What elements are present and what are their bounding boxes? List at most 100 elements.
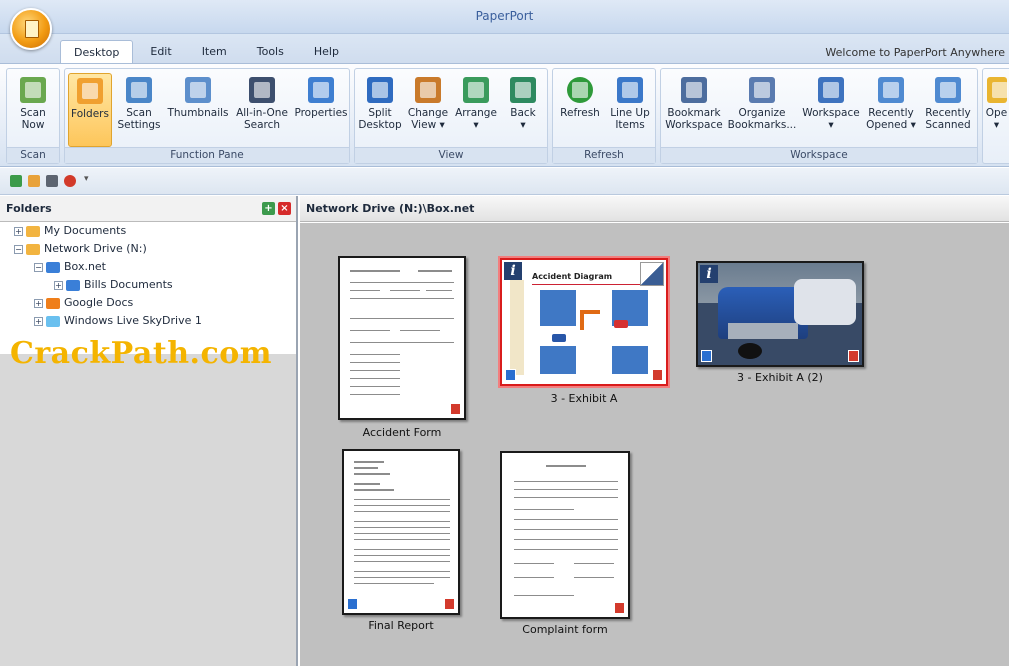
- workspace-icon: [818, 77, 844, 103]
- expand-icon[interactable]: +: [34, 298, 43, 308]
- button-label: Back: [510, 107, 536, 119]
- pdf-badge-icon: [450, 403, 461, 415]
- paperport-desktop: Accident Form i Accident Diagram 3 - Exh…: [300, 223, 1009, 666]
- button-label: Desktop: [358, 119, 402, 131]
- workspace-button[interactable]: Workspace ▾: [801, 73, 861, 147]
- tree-item-label: Bills Documents: [84, 278, 173, 291]
- folder-icon: [66, 279, 80, 291]
- tab-item[interactable]: Item: [189, 40, 240, 64]
- info-icon: i: [700, 265, 718, 283]
- scan-settings-icon: [126, 77, 152, 103]
- tree-item-label: Google Docs: [64, 296, 134, 309]
- application-menu-button[interactable]: [10, 8, 52, 50]
- button-label: Recently: [868, 107, 914, 119]
- recently-scanned-button[interactable]: Recently Scanned: [921, 73, 975, 147]
- group-label: Function Pane: [65, 147, 349, 163]
- recently-scanned-icon: [935, 77, 961, 103]
- tree-item-network-drive[interactable]: − Network Drive (N:): [14, 242, 147, 258]
- scan-now-button[interactable]: Scan Now: [10, 73, 56, 147]
- google-docs-folder-icon: [46, 297, 60, 309]
- button-label: Scanned: [925, 119, 971, 131]
- photo-thumbnail[interactable]: i 3 - Exhibit A (2): [696, 261, 864, 384]
- customize-dropdown-icon[interactable]: ▾: [84, 174, 92, 186]
- change-view-button[interactable]: Change View ▾: [405, 73, 451, 147]
- properties-icon: [308, 77, 334, 103]
- button-label: Folders: [71, 108, 109, 120]
- tree-item-my-documents[interactable]: + My Documents: [14, 224, 126, 240]
- tree-item-google-docs[interactable]: + Google Docs: [34, 296, 133, 312]
- document-thumbnail-selected[interactable]: i Accident Diagram 3 - Exhibit A: [500, 258, 668, 405]
- ribbon-tabs: Desktop Edit Item Tools Help: [60, 40, 352, 64]
- folders-pane-title: Folders: [6, 202, 52, 215]
- tree-item-box-net[interactable]: − Box.net: [34, 260, 106, 276]
- close-icon[interactable]: ×: [278, 202, 291, 215]
- button-label: Workspace: [802, 107, 860, 119]
- button-label: Bookmarks...: [727, 119, 797, 131]
- thumbnails-button[interactable]: Thumbnails: [165, 73, 231, 147]
- stop-icon[interactable]: [64, 175, 76, 187]
- arrange-button[interactable]: Arrange ▾: [453, 73, 499, 147]
- recently-opened-button[interactable]: Recently Opened ▾: [863, 73, 919, 147]
- button-label: Search: [243, 119, 281, 131]
- back-button[interactable]: Back ▾: [501, 73, 545, 147]
- tab-tools[interactable]: Tools: [244, 40, 297, 64]
- current-path: Network Drive (N:)\Box.net: [306, 202, 475, 215]
- refresh-button[interactable]: Refresh: [555, 73, 605, 147]
- button-label: Workspace: [665, 119, 723, 131]
- open-button[interactable]: Ope ▾: [984, 73, 1009, 147]
- folder-icon: [26, 225, 40, 237]
- ribbon-group-refresh: Refresh Line Up Items Refresh: [552, 68, 656, 164]
- print-icon[interactable]: [46, 175, 58, 187]
- button-label: Organize: [738, 107, 786, 119]
- all-in-one-search-button[interactable]: All-in-One Search: [231, 73, 293, 147]
- split-desktop-icon: [367, 77, 393, 103]
- document-thumbnail[interactable]: Complaint form: [500, 451, 630, 636]
- line-up-icon: [617, 77, 643, 103]
- new-folder-icon[interactable]: +: [262, 202, 275, 215]
- tree-item-skydrive[interactable]: + Windows Live SkyDrive 1: [34, 314, 202, 330]
- button-label: Scan: [20, 107, 46, 119]
- button-label: Arrange: [455, 107, 497, 119]
- window-title: PaperPort: [475, 9, 534, 23]
- thumbnail-heading: Accident Diagram: [532, 272, 613, 281]
- folder-tree: + My Documents − Network Drive (N:) − Box.n…: [0, 222, 296, 354]
- collapse-icon[interactable]: −: [14, 244, 23, 254]
- ribbon-group-scan: Scan Now Scan: [6, 68, 60, 164]
- expand-icon[interactable]: +: [54, 280, 63, 290]
- scan-quick-icon[interactable]: [10, 175, 22, 187]
- line-up-items-button[interactable]: Line Up Items: [605, 73, 655, 147]
- properties-button[interactable]: Properties: [293, 73, 349, 147]
- tab-help[interactable]: Help: [301, 40, 352, 64]
- pdf-badge-icon: [444, 598, 455, 610]
- document-thumbnail[interactable]: Accident Form: [338, 256, 466, 439]
- tab-edit[interactable]: Edit: [137, 40, 184, 64]
- collapse-icon[interactable]: −: [34, 262, 43, 272]
- button-label: Line Up: [610, 107, 650, 119]
- group-label: Refresh: [553, 147, 655, 163]
- watermark-text: CrackPath.com: [10, 336, 272, 371]
- desktop-path-header: Network Drive (N:)\Box.net: [300, 196, 1009, 222]
- split-desktop-button[interactable]: Split Desktop: [357, 73, 403, 147]
- button-label: Ope: [985, 107, 1008, 119]
- pdf-badge-icon: [614, 602, 625, 614]
- folders-button[interactable]: Folders: [68, 73, 112, 147]
- bookmark-workspace-button[interactable]: Bookmark Workspace: [663, 73, 725, 147]
- scan-settings-button[interactable]: Scan Settings: [115, 73, 163, 147]
- tree-item-bills-documents[interactable]: + Bills Documents: [54, 278, 173, 294]
- quick-access-toolbar: ▾: [0, 168, 1009, 195]
- button-label: ▾: [993, 119, 1000, 131]
- tree-item-label: My Documents: [44, 224, 127, 237]
- tab-desktop[interactable]: Desktop: [60, 40, 134, 64]
- skydrive-folder-icon: [46, 315, 60, 327]
- ribbon: Scan Now Scan Folders Scan Settings Thum…: [0, 63, 1009, 167]
- expand-icon[interactable]: +: [34, 316, 43, 326]
- folder-quick-icon[interactable]: [28, 175, 40, 187]
- thumbnails-icon: [185, 77, 211, 103]
- button-label: Refresh: [560, 107, 600, 119]
- button-label: Items: [615, 119, 645, 131]
- button-label: View ▾: [411, 119, 445, 131]
- document-thumbnail[interactable]: Final Report: [342, 449, 460, 632]
- expand-icon[interactable]: +: [14, 226, 23, 236]
- thumbnail-caption: Accident Form: [362, 426, 442, 439]
- organize-bookmarks-button[interactable]: Organize Bookmarks...: [727, 73, 797, 147]
